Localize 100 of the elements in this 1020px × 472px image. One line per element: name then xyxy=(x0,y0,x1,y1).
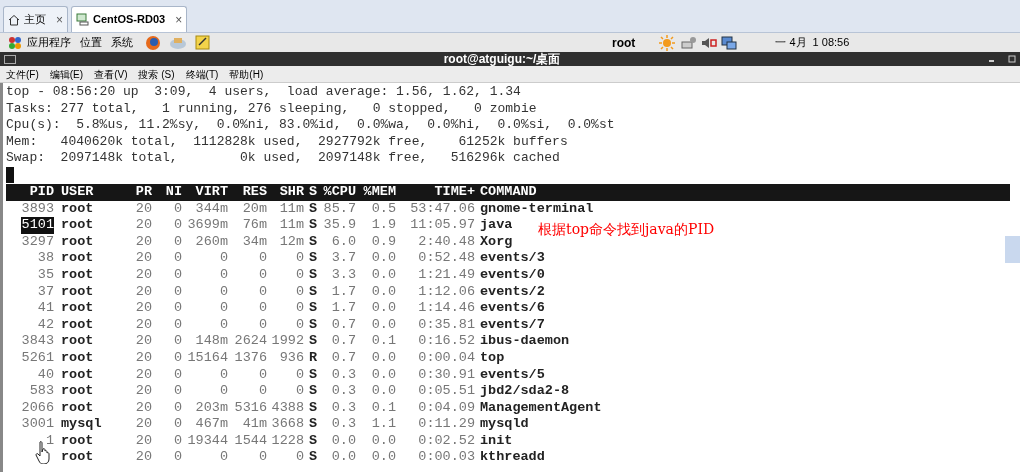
table-cell: 1.7 xyxy=(331,283,356,299)
maximize-icon[interactable] xyxy=(1008,55,1016,63)
table-cell: 0 xyxy=(258,266,267,282)
table-cell: 1992 xyxy=(271,333,304,349)
table-cell: 20 xyxy=(135,233,152,249)
process-row[interactable]: 40 root 20 0 0 0 0 S 0.3 0.0 0:30.91 events/5 xyxy=(6,366,545,384)
column-header: USER xyxy=(61,183,94,199)
table-cell: S xyxy=(309,432,318,448)
column-header: RES xyxy=(242,183,267,199)
table-cell: 0 xyxy=(173,349,182,365)
computer-icon xyxy=(76,13,89,26)
table-cell: 936 xyxy=(279,349,304,365)
menu-item[interactable]: 编辑(E) xyxy=(49,66,84,82)
table-cell: 0.0 xyxy=(371,316,396,332)
table-cell: 20 xyxy=(135,349,152,365)
menu-item[interactable]: 终端(T) xyxy=(185,66,219,82)
process-row[interactable]: 2066 root 20 0 203m 5316 4388 S 0.3 0.1 0:04.09 ManagementAgent xyxy=(6,399,602,417)
process-row[interactable]: 3843 root 20 0 148m 2624 1992 S 0.7 0.1 0:16.52 ibus-daemon xyxy=(6,333,570,350)
table-cell: 0 xyxy=(173,300,182,316)
table-cell: root xyxy=(61,366,94,382)
menu-item[interactable]: 文件(F) xyxy=(6,66,39,82)
process-row[interactable]: 42 root 20 0 0 0 0 S 0.7 0.0 0:35.81 events/7 xyxy=(6,316,545,334)
process-row[interactable]: 5101 root 20 0 3699m 76m 11m S 35.9 1.9 11:05.97 java xyxy=(6,217,513,234)
column-header: PID xyxy=(29,183,54,199)
process-row[interactable]: 41 root 20 0 0 0 0 S 1.7 0.0 1:14.46 events/6 xyxy=(6,300,545,317)
table-cell: root xyxy=(61,217,94,233)
process-row[interactable]: 38 root 20 0 0 0 0 S 3.7 0.0 0:52.48 events/3 xyxy=(6,250,545,267)
table-cell: S xyxy=(309,300,318,316)
panel-menu[interactable]: 应用程序 xyxy=(27,34,71,51)
table-cell: events/6 xyxy=(480,300,545,316)
table-cell: root xyxy=(61,399,94,415)
table-cell: root xyxy=(61,250,94,266)
table-cell: root xyxy=(61,449,94,465)
table-cell: 76m xyxy=(242,217,267,233)
table-cell: 0 xyxy=(295,283,304,299)
table-cell: 11:05.97 xyxy=(410,217,475,233)
clock[interactable]: 一 4月 1 08:56 xyxy=(775,34,850,51)
summary-line: Swap: 2097148k total, 0k used, 2097148k free, 516296k cached xyxy=(6,150,560,167)
table-cell: S xyxy=(309,383,318,399)
panel-menu[interactable]: 位置 xyxy=(80,34,102,51)
process-row[interactable]: 583 root 20 0 0 0 0 S 0.3 0.0 0:05.51 jbd2/sda2-8 xyxy=(6,383,570,400)
process-row[interactable]: 5261 root 20 0 15164 1376 936 R 0.7 0.0 0:00.04 top xyxy=(6,349,505,367)
table-cell: root xyxy=(61,266,94,282)
table-cell: 20 xyxy=(135,200,152,216)
process-row[interactable]: 3893 root 20 0 344m 20m 11m S 85.7 0.5 53:47.06 gnome-terminal xyxy=(6,200,594,218)
table-cell: 2066 xyxy=(21,399,54,415)
tab-label: 主页 xyxy=(24,12,46,28)
table-cell: 0:05.51 xyxy=(418,383,475,399)
browser-tab[interactable]: CentOS-RD03 × xyxy=(71,6,188,32)
table-cell: 0 xyxy=(258,366,267,382)
table-cell: 0.0 xyxy=(331,449,356,465)
table-cell: 19344 xyxy=(187,432,228,448)
table-cell: 20 xyxy=(135,333,152,349)
table-cell: 0 xyxy=(173,250,182,266)
close-button[interactable]: × xyxy=(56,10,63,29)
table-cell: 0:04.09 xyxy=(418,399,475,415)
table-cell: 0 xyxy=(173,200,182,216)
table-cell: 3001 xyxy=(21,416,54,432)
table-cell: root xyxy=(61,349,94,365)
table-cell: 41 xyxy=(37,300,54,316)
process-row[interactable]: 1 root 20 0 19344 1544 1228 S 0.0 0.0 0:02.52 init xyxy=(6,432,513,450)
table-cell: 148m xyxy=(195,333,228,349)
table-cell: 37 xyxy=(37,283,54,299)
terminal-icon xyxy=(4,54,16,64)
speaker-icon[interactable] xyxy=(701,35,718,50)
process-row[interactable]: root 20 0 0 0 0 S 0.0 0.0 0:00.03 kthreadd xyxy=(6,449,545,467)
table-cell: 0 xyxy=(173,333,182,349)
process-row[interactable]: 37 root 20 0 0 0 0 S 1.7 0.0 1:12.06 events/2 xyxy=(6,283,545,301)
home-icon xyxy=(8,13,20,26)
menu-item[interactable]: 帮助(H) xyxy=(229,66,264,82)
table-cell: 0 xyxy=(173,449,182,465)
table-cell: 0.9 xyxy=(371,233,396,249)
notepad-icon[interactable] xyxy=(195,35,210,50)
table-cell: 20 xyxy=(135,432,152,448)
table-cell: S xyxy=(309,250,318,266)
table-cell: 0.7 xyxy=(331,349,356,365)
browser-tab[interactable]: 主页 × xyxy=(3,6,68,32)
table-cell: 20 xyxy=(135,283,152,299)
process-row[interactable]: 3001 mysql 20 0 467m 41m 3668 S 0.3 1.1 0:11.29 mysqld xyxy=(6,416,529,433)
process-row[interactable]: 3297 root 20 0 260m 34m 12m S 6.0 0.9 2:40.48 Xorg xyxy=(6,233,513,251)
table-cell: root xyxy=(61,316,94,332)
table-cell: S xyxy=(309,316,318,332)
menu-item[interactable]: 查看(V) xyxy=(94,66,128,82)
table-cell: 15164 xyxy=(187,349,228,365)
monitor-icon[interactable] xyxy=(721,35,738,50)
browser-icon[interactable] xyxy=(145,34,161,51)
table-cell: 1 xyxy=(45,432,54,448)
table-cell: java xyxy=(480,217,513,233)
table-cell: 0 xyxy=(219,250,228,266)
menu-item[interactable]: 搜索 (S) xyxy=(138,66,175,82)
table-cell: 1:21.49 xyxy=(418,266,475,282)
process-row[interactable]: 35 root 20 0 0 0 0 S 3.3 0.0 1:21.49 events/0 xyxy=(6,266,545,284)
table-cell: 0:00.03 xyxy=(418,449,475,465)
table-cell: 1.1 xyxy=(371,416,396,432)
window-title: root@atguigu:~/桌面 xyxy=(443,52,561,66)
table-cell: 0 xyxy=(295,300,304,316)
table-cell: 0.0 xyxy=(371,349,396,365)
close-button[interactable]: × xyxy=(175,10,183,29)
column-header: %MEM xyxy=(363,183,396,199)
panel-menu[interactable]: 系统 xyxy=(111,34,133,51)
